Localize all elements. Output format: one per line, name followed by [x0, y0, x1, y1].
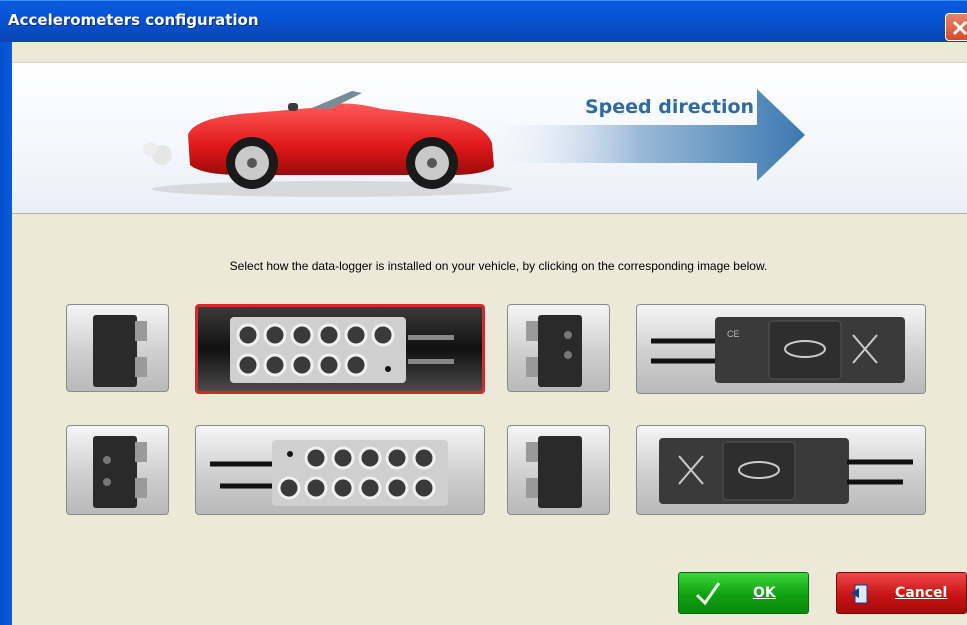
logger-side-view-icon: [93, 436, 147, 508]
option-front-connectors-up[interactable]: [195, 304, 485, 394]
exit-door-icon: [851, 584, 868, 604]
logger-side-view-icon: [526, 436, 582, 508]
option-side-right-bottom[interactable]: [507, 425, 610, 515]
window-title: Accelerometers configuration: [8, 11, 259, 29]
cancel-label: Cancel: [895, 585, 948, 601]
logger-bottom-label-icon: CE: [651, 317, 905, 383]
option-side-right-top[interactable]: [507, 304, 610, 392]
logger-side-view-icon: [526, 315, 582, 387]
logger-bottom-label-icon: [659, 438, 913, 504]
speed-direction-banner: [12, 62, 967, 214]
cancel-button[interactable]: Cancel: [836, 572, 967, 614]
logger-front-connectors-icon: [230, 317, 454, 383]
front-wheel: [406, 137, 458, 189]
option-bottom-label-cables-right[interactable]: [636, 425, 926, 515]
ce-mark: CE: [727, 329, 740, 339]
title-bar: Accelerometers configuration: [0, 0, 967, 42]
car-illustration: [143, 89, 805, 197]
option-bottom-label-cables-left[interactable]: CE: [636, 304, 926, 394]
logger-side-view-icon: [93, 315, 147, 387]
ok-button[interactable]: OK: [678, 572, 809, 614]
option-side-left-bottom[interactable]: [66, 425, 169, 515]
rear-wheel: [226, 137, 278, 189]
speed-direction-label: Speed direction: [585, 96, 755, 118]
logger-front-connectors-icon: [210, 440, 448, 506]
instruction-text: Select how the data-logger is installed …: [229, 259, 768, 273]
ok-label: OK: [753, 585, 776, 601]
option-front-connectors-down[interactable]: [195, 425, 485, 515]
close-icon: [952, 20, 967, 36]
option-side-left-top[interactable]: [66, 304, 169, 392]
close-button[interactable]: [945, 13, 967, 41]
window-frame-left: [0, 42, 12, 625]
checkmark-icon: [695, 582, 721, 606]
